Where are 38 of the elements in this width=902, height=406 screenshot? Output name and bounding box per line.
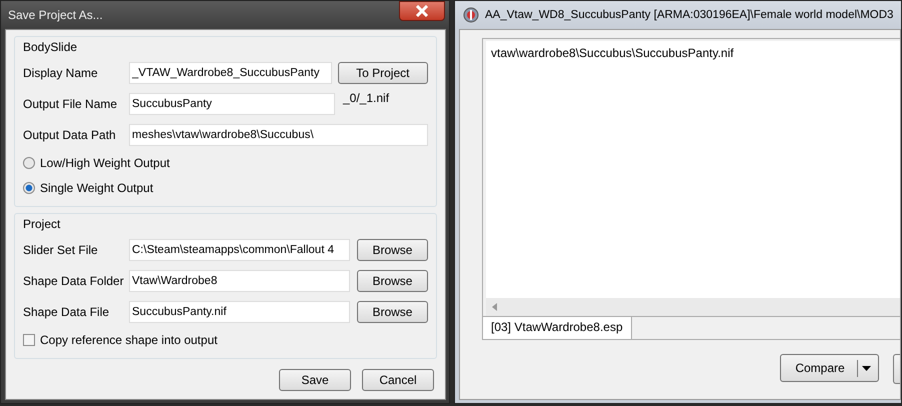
close-button[interactable]	[399, 1, 445, 21]
field-label: Shape Data File	[23, 304, 110, 318]
group-title: Project	[23, 217, 60, 231]
field-label: Display Name	[23, 66, 99, 80]
radio-button[interactable]	[23, 156, 35, 168]
option-label: Copy reference shape into output	[40, 332, 218, 346]
dropdown-icon[interactable]	[856, 360, 874, 376]
compare-button[interactable]: Compare	[780, 354, 879, 382]
dialog-button[interactable]: Cancel	[362, 369, 434, 391]
option-label: Low/High Weight Output	[40, 156, 170, 170]
checkbox[interactable]	[23, 334, 35, 346]
group-title: BodySlide	[23, 40, 78, 54]
input-field[interactable]: SuccubusPanty	[129, 92, 335, 114]
input-field[interactable]: _VTAW_Wardrobe8_SuccubusPanty	[129, 62, 332, 84]
tab[interactable]: [03] VtawWardrobe8.esp	[483, 317, 632, 339]
app-icon	[463, 7, 479, 23]
input-field[interactable]: meshes\vtaw\wardrobe8\Succubus\	[129, 124, 428, 146]
field-label: Output File Name	[23, 96, 118, 110]
field-label: Slider Set File	[23, 242, 99, 256]
browse-button[interactable]: Browse	[356, 238, 428, 260]
window-title: Save Project As...	[8, 8, 103, 22]
button-edge[interactable]	[893, 354, 900, 384]
browse-button[interactable]: Browse	[356, 270, 428, 292]
input-field[interactable]: SuccubusPanty.nif	[129, 300, 350, 322]
file-path: vtaw\wardrobe8\Succubus\SuccubusPanty.nif	[491, 46, 734, 60]
close-icon[interactable]	[415, 5, 429, 17]
field-label: Output Data Path	[23, 128, 117, 142]
field-label: Shape Data Folder	[23, 274, 125, 288]
radio-button[interactable]	[23, 182, 35, 194]
dialog-button[interactable]: Save	[279, 369, 351, 391]
input-field[interactable]: Vtaw\Wardrobe8	[129, 270, 350, 292]
scroll-left-icon[interactable]	[492, 303, 497, 311]
browse-button[interactable]: Browse	[356, 300, 428, 322]
suffix-label: _0/_1.nif	[343, 91, 390, 105]
window-title: AA_Vtaw_WD8_SuccubusPanty [ARMA:030196EA]\Female world model\MOD3	[485, 9, 894, 21]
option-label: Single Weight Output	[40, 180, 154, 194]
input-field[interactable]: C:\Steam\steamapps\common\Fallout 4	[129, 238, 350, 260]
browse-button[interactable]: To Project	[338, 62, 428, 84]
